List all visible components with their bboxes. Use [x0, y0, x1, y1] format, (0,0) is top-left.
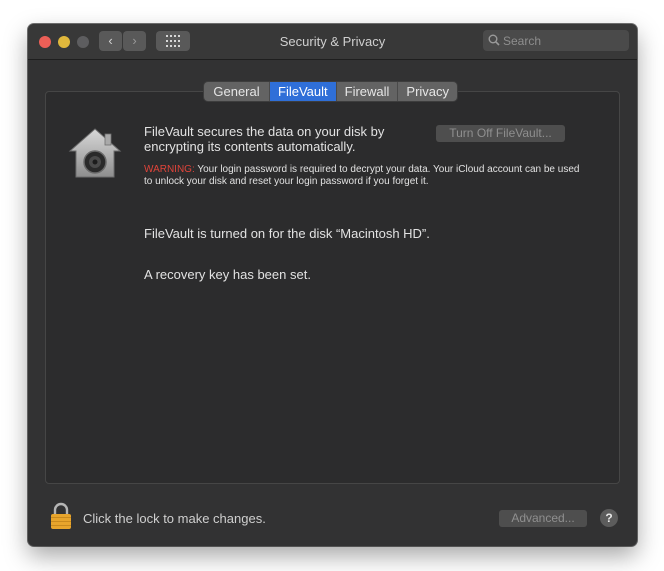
- close-button[interactable]: [39, 36, 51, 48]
- search-input[interactable]: [503, 30, 623, 51]
- help-button[interactable]: ?: [600, 509, 618, 527]
- window-title: Security & Privacy: [279, 34, 386, 49]
- warning-label: WARNING:: [144, 164, 195, 175]
- show-all-button[interactable]: [156, 31, 190, 51]
- preferences-window: ‹ › Security & Privacy General FileVault…: [28, 24, 637, 546]
- tab-firewall[interactable]: Firewall: [337, 82, 399, 101]
- tab-filevault[interactable]: FileVault: [270, 82, 337, 101]
- filevault-description: FileVault secures the data on your disk …: [144, 124, 385, 154]
- advanced-button[interactable]: Advanced...: [499, 510, 587, 527]
- recovery-key-status: A recovery key has been set.: [144, 267, 311, 282]
- lock-icon[interactable]: [50, 502, 72, 530]
- filevault-disk-status: FileVault is turned on for the disk “Mac…: [144, 226, 430, 241]
- title-bar: ‹ › Security & Privacy: [28, 24, 637, 60]
- back-button[interactable]: ‹: [99, 31, 122, 51]
- warning-message: WARNING: Your login password is required…: [144, 164, 584, 188]
- zoom-button[interactable]: [77, 36, 89, 48]
- search-field[interactable]: [483, 30, 629, 51]
- search-icon: [488, 34, 500, 46]
- warning-text: Your login password is required to decry…: [144, 164, 580, 187]
- turn-off-filevault-button[interactable]: Turn Off FileVault...: [436, 125, 565, 142]
- tab-general[interactable]: General: [204, 82, 270, 101]
- grid-icon: [166, 35, 180, 47]
- tab-privacy[interactable]: Privacy: [398, 82, 457, 101]
- minimize-button[interactable]: [58, 36, 70, 48]
- forward-button[interactable]: ›: [123, 31, 146, 51]
- filevault-house-icon: [68, 128, 122, 178]
- lock-message: Click the lock to make changes.: [83, 511, 266, 526]
- tab-bar: General FileVault Firewall Privacy: [204, 82, 458, 101]
